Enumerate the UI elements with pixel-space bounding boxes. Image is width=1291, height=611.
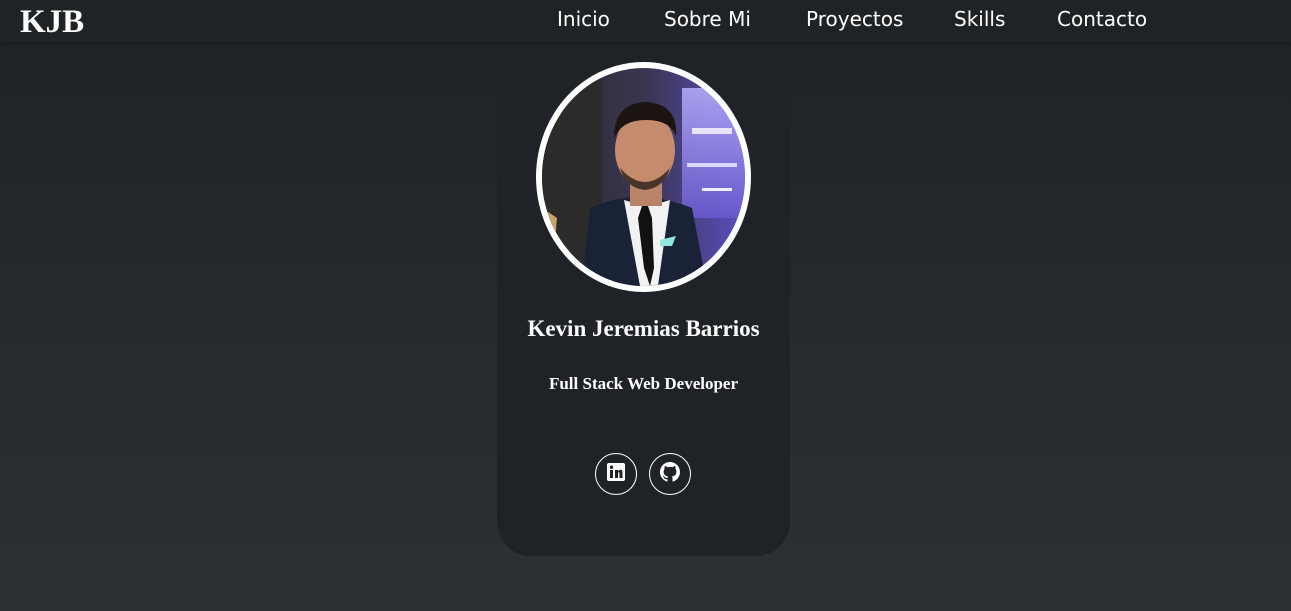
github-button[interactable]: [649, 453, 691, 495]
navbar: KJB Inicio Sobre Mi Proyectos Skills Con…: [0, 0, 1291, 42]
nav-link-sobre-mi[interactable]: Sobre Mi: [664, 6, 751, 32]
profile-role: Full Stack Web Developer: [548, 374, 739, 393]
nav-link-skills[interactable]: Skills: [954, 6, 1005, 32]
linkedin-icon: [607, 462, 625, 486]
profile-card: Kevin Jeremias Barrios Full Stack Web De…: [497, 40, 790, 556]
nav-link-contacto[interactable]: Contacto: [1057, 6, 1147, 32]
nav-links: Inicio Sobre Mi Proyectos Skills Contact…: [0, 0, 1291, 40]
avatar: [542, 68, 745, 286]
linkedin-button[interactable]: [595, 453, 637, 495]
github-icon: [660, 461, 680, 487]
avatar-frame: [536, 62, 751, 292]
nav-link-proyectos[interactable]: Proyectos: [806, 6, 903, 32]
nav-link-inicio[interactable]: Inicio: [557, 6, 610, 32]
profile-name: Kevin Jeremias Barrios: [527, 316, 760, 341]
